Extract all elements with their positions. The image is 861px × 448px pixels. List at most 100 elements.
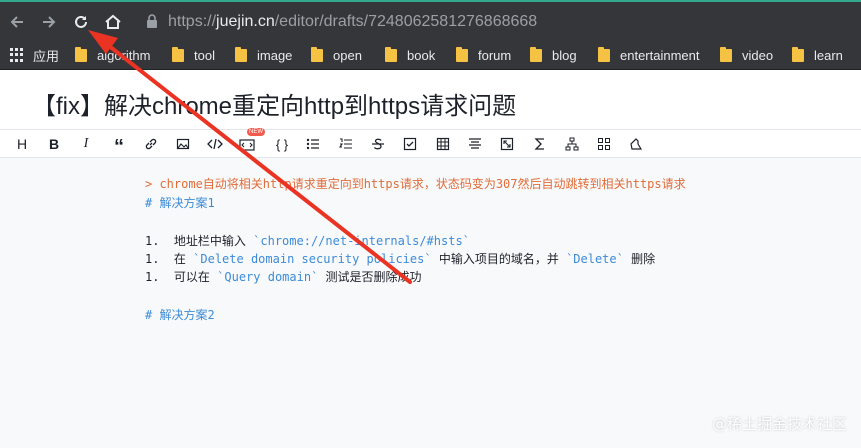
lock-icon: [147, 14, 157, 28]
list-item: 1. 地址栏中输入 `chrome://net-internals/#hsts`: [145, 232, 470, 249]
new-badge: NEW: [247, 128, 265, 136]
browser-toolbar: https://juejin.cn/editor/drafts/72480625…: [0, 0, 861, 40]
checkbox-icon: [403, 137, 417, 151]
bookmark-label: book: [407, 47, 436, 63]
watermark: @稀土掘金技术社区: [711, 415, 847, 433]
code-block-button[interactable]: NEW: [238, 128, 265, 153]
bold-button[interactable]: B: [45, 135, 63, 153]
list-number: 1.: [145, 234, 160, 248]
bookmark-forum[interactable]: forum: [456, 46, 511, 64]
diagram-icon: [565, 137, 579, 151]
bookmark-entertainment[interactable]: entertainment: [598, 46, 700, 64]
list-text: 删除: [631, 252, 656, 266]
link-icon: [145, 138, 157, 150]
fullscreen-button[interactable]: [498, 135, 516, 153]
folder-icon: [385, 46, 397, 62]
grid-icon: [598, 138, 610, 150]
bookmark-open[interactable]: open: [311, 46, 362, 64]
markdown-toolbar: H B I “ NEW { }: [0, 128, 861, 158]
reload-icon: [75, 15, 87, 28]
bookmark-book[interactable]: book: [385, 46, 435, 64]
code-block-icon: [239, 139, 255, 151]
folder-icon: [456, 46, 468, 62]
url-domain: juejin.cn: [216, 13, 275, 30]
folder-icon: [311, 46, 323, 62]
list-text: 地址栏中输入: [173, 234, 246, 248]
checklist-button[interactable]: [401, 135, 419, 153]
strikethrough-icon: [372, 138, 384, 150]
table-button[interactable]: [434, 135, 452, 153]
markdown-editor[interactable]: > chrome自动将相关http请求重定向到https请求，状态码变为307然…: [0, 159, 861, 448]
bookmark-video[interactable]: video: [720, 46, 773, 64]
bookmark-label: entertainment: [620, 47, 700, 63]
bookmark-label: tool: [194, 47, 215, 63]
align-button[interactable]: [466, 135, 484, 153]
folder-icon: [792, 46, 804, 62]
bookmark-label: image: [257, 47, 293, 63]
list-text: 可以在: [173, 270, 210, 284]
bookmark-blog[interactable]: blog: [530, 46, 577, 64]
italic-button[interactable]: I: [77, 135, 95, 153]
inline-code: `Delete`: [566, 252, 624, 266]
unordered-list-icon: [306, 138, 319, 150]
ordered-list-button[interactable]: [337, 135, 355, 153]
forward-button[interactable]: [38, 11, 60, 33]
inline-code: `Delete domain security policies`: [193, 252, 432, 266]
bookmark-label: forum: [478, 47, 512, 63]
back-button[interactable]: [6, 11, 28, 33]
bookmark-label: learn: [814, 47, 843, 63]
url-text: https://juejin.cn/editor/drafts/72480625…: [168, 13, 537, 31]
heading-line: # 解决方案1: [145, 196, 215, 210]
article-title-input[interactable]: 【fix】解决chrome重定向http到https请求问题: [32, 86, 516, 121]
heading-icon: H: [16, 136, 28, 152]
home-icon: [105, 14, 121, 29]
list-text: 中输入项目的域名，并: [438, 252, 559, 266]
image-icon: [176, 138, 190, 150]
eraser-icon: [630, 138, 643, 150]
bookmark-label: open: [333, 47, 362, 63]
inline-code: `Query domain`: [217, 270, 319, 284]
folder-icon: [530, 46, 542, 62]
heading-button[interactable]: H: [13, 135, 31, 153]
bookmarks-bar: 应用 algorithm tool image open book forum …: [0, 40, 861, 70]
address-bar[interactable]: https://juejin.cn/editor/drafts/72480625…: [138, 8, 853, 36]
url-path: /editor/drafts/7248062581276868668: [274, 13, 538, 30]
folder-icon: [172, 46, 184, 62]
folder-icon: [235, 46, 247, 62]
table-icon: [436, 137, 450, 151]
bookmark-algorithm[interactable]: algorithm: [75, 46, 150, 64]
code-button[interactable]: [206, 135, 224, 153]
list-text: 在: [173, 252, 186, 266]
link-button[interactable]: [142, 135, 160, 153]
bookmark-label: 应用: [33, 48, 60, 64]
strikethrough-button[interactable]: [369, 135, 387, 153]
reload-button[interactable]: [70, 11, 92, 33]
bookmark-label: algorithm: [97, 47, 151, 63]
quote-button[interactable]: “: [110, 135, 128, 158]
diagram-button[interactable]: [563, 135, 581, 153]
home-button[interactable]: [102, 11, 124, 33]
bookmark-label: blog: [552, 47, 577, 63]
unordered-list-button[interactable]: [304, 135, 322, 153]
sigma-icon: [534, 138, 544, 150]
bookmark-learn[interactable]: learn: [792, 46, 843, 64]
blockquote-line: > chrome自动将相关http请求重定向到https请求，状态码变为307然…: [145, 177, 686, 191]
image-button[interactable]: [174, 135, 192, 153]
formula-button[interactable]: [531, 135, 549, 153]
bookmark-image[interactable]: image: [235, 46, 292, 64]
plugins-button[interactable]: [595, 135, 613, 153]
heading-line: # 解决方案2: [145, 308, 215, 322]
bookmark-tool[interactable]: tool: [172, 46, 215, 64]
code-icon: [207, 138, 223, 150]
apps-icon: [10, 48, 24, 62]
braces-button[interactable]: { }: [270, 135, 294, 153]
italic-icon: I: [83, 136, 89, 151]
url-scheme: https://: [168, 13, 217, 30]
bookmark-apps[interactable]: 应用: [10, 46, 59, 64]
quote-icon: “: [114, 135, 124, 158]
bookmark-label: video: [742, 47, 774, 63]
inline-code: `chrome://net-internals/#hsts`: [253, 234, 470, 248]
arrow-left-icon: [10, 16, 23, 28]
folder-icon: [75, 46, 87, 62]
clear-button[interactable]: [627, 135, 645, 153]
